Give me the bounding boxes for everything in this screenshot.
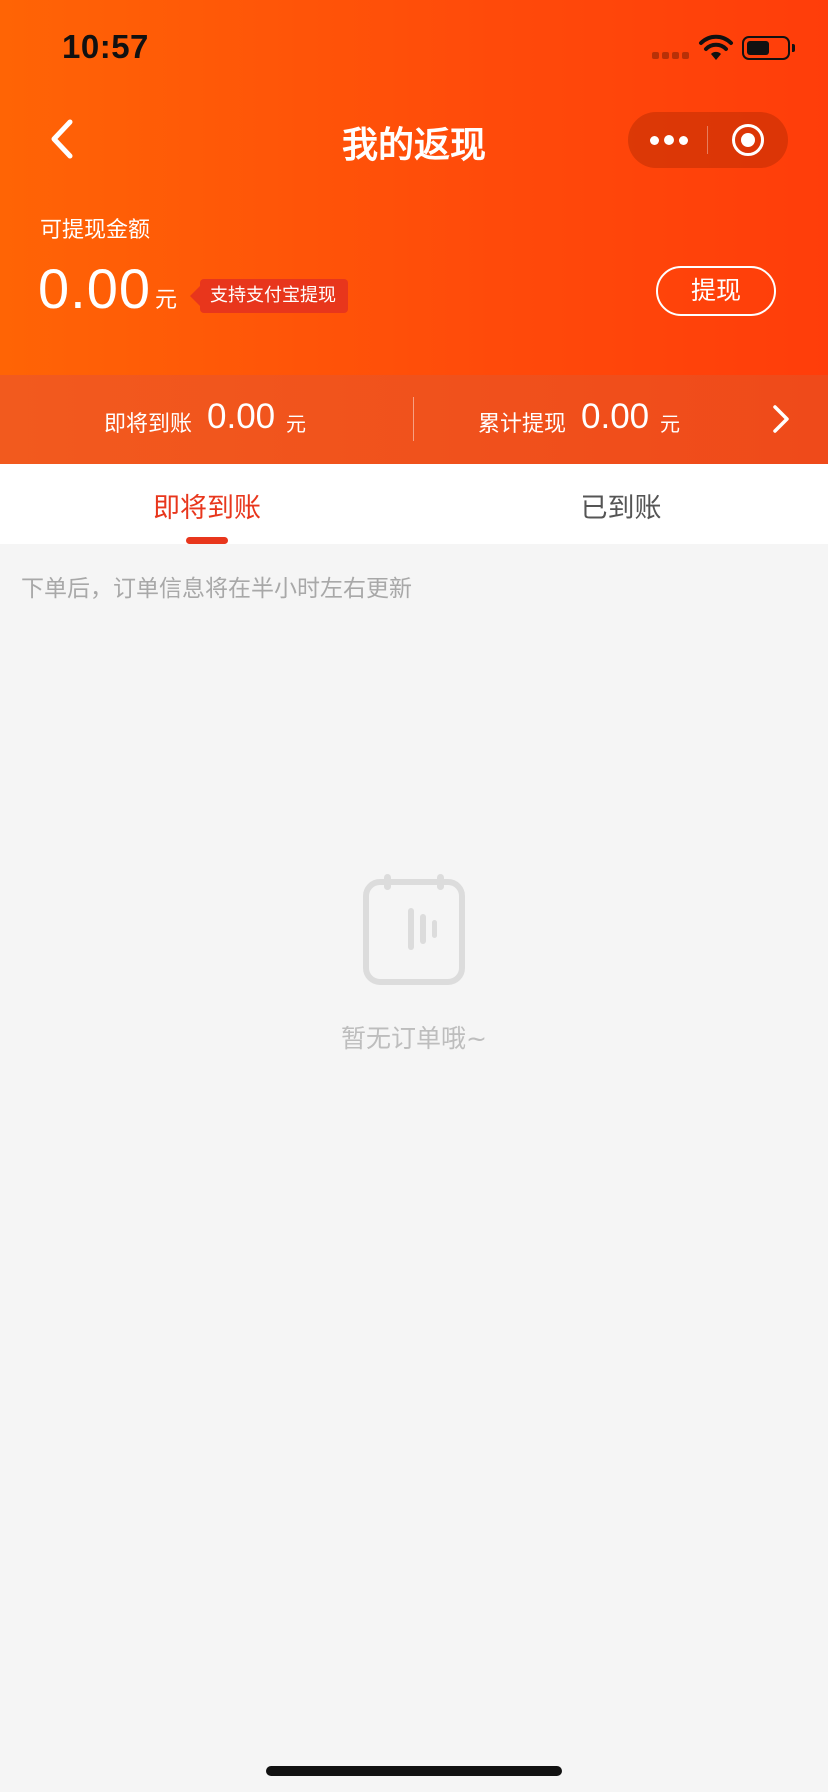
pending-summary[interactable]: 即将到账 0.00 元 (0, 375, 413, 464)
total-withdrawn-summary[interactable]: 累计提现 0.00 元 (414, 375, 754, 464)
tab-received-label: 已到账 (580, 493, 662, 524)
withdrawable-unit: 元 (155, 288, 178, 313)
chevron-right-icon[interactable] (766, 401, 796, 437)
alipay-support-badge: 支持支付宝提现 (190, 279, 348, 313)
tab-received[interactable]: 已到账 (414, 464, 828, 544)
status-bar: 10:57 (0, 0, 828, 100)
header-banner: 10:57 我的返现 可提现金额 0.00 元 支持支付宝提现 提现 (0, 0, 828, 375)
tab-bar: 即将到账 已到账 (0, 464, 828, 544)
status-time: 10:57 (62, 28, 149, 65)
active-tab-indicator (186, 537, 228, 544)
total-withdrawn-label: 累计提现 (478, 412, 567, 437)
pending-label: 即将到账 (104, 412, 193, 437)
wifi-icon (699, 34, 733, 60)
empty-state-text: 暂无订单哦~ (341, 1024, 487, 1053)
withdrawable-amount: 0.00 (38, 257, 151, 320)
withdraw-button[interactable]: 提现 (656, 266, 776, 316)
cellular-signal-icon (652, 52, 690, 60)
more-options-icon[interactable] (628, 112, 708, 168)
tab-pending[interactable]: 即将到账 (0, 464, 414, 544)
summary-bar: 即将到账 0.00 元 累计提现 0.00 元 (0, 375, 828, 464)
tab-pending-label: 即将到账 (153, 493, 261, 524)
total-withdrawn-unit: 元 (660, 412, 680, 436)
withdrawable-label: 可提现金额 (40, 218, 151, 243)
update-hint: 下单后，订单信息将在半小时左右更新 (21, 576, 412, 602)
cashback-page: 10:57 我的返现 可提现金额 0.00 元 支持支付宝提现 提现 即将到账 … (0, 0, 828, 1792)
pending-value: 0.00 (207, 397, 276, 436)
navigation-bar: 我的返现 (0, 100, 828, 180)
battery-level (747, 41, 769, 55)
clipboard-icon (363, 874, 465, 985)
pending-unit: 元 (286, 412, 306, 436)
home-indicator[interactable] (266, 1766, 562, 1776)
mini-program-capsule (628, 112, 788, 168)
battery-icon (742, 36, 795, 60)
close-mini-program-icon[interactable] (708, 112, 788, 168)
total-withdrawn-value: 0.00 (581, 397, 650, 436)
